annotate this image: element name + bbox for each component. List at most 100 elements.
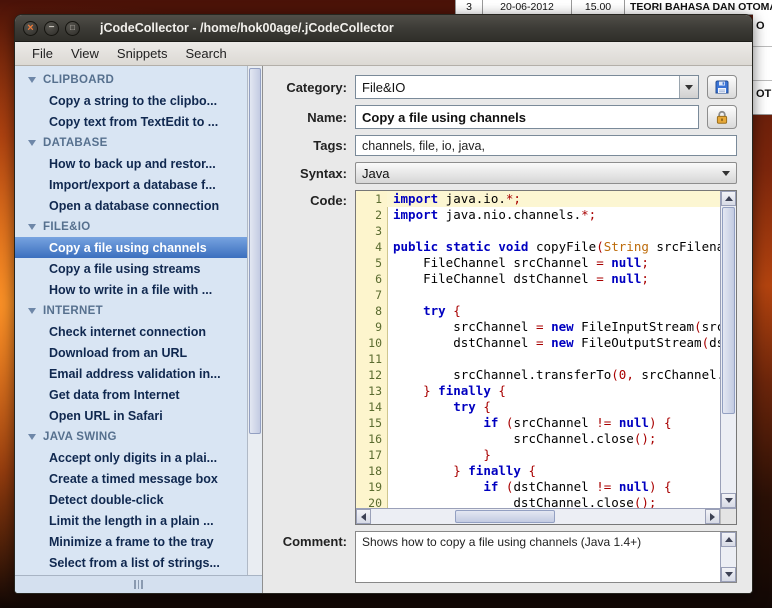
scrollbar-track[interactable]: [721, 547, 736, 567]
code-line[interactable]: 20 dstChannel.close();: [356, 495, 720, 508]
sidebar-section-file-io[interactable]: FILE&IO: [15, 216, 247, 237]
code-lines[interactable]: 1 import java.io.*; 2 import java.nio.chann…: [356, 191, 720, 508]
code-token: null: [618, 415, 649, 430]
syntax-select[interactable]: Java: [355, 162, 737, 184]
code-token: ();: [633, 495, 657, 508]
code-vertical-scrollbar[interactable]: [720, 191, 736, 508]
snippet-item-copy-text-from-textedit-to[interactable]: Copy text from TextEdit to ...: [15, 111, 247, 132]
code-line[interactable]: 1 import java.io.*;: [356, 191, 720, 207]
snippet-item-minimize-a-frame-to-the-tray[interactable]: Minimize a frame to the tray: [15, 531, 247, 552]
code-token: null: [611, 271, 642, 286]
code-line[interactable]: 19 if (dstChannel != null) {: [356, 479, 720, 495]
snippet-item-select-from-a-list-of-strings[interactable]: Select from a list of strings...: [15, 552, 247, 573]
code-token: =: [536, 335, 544, 350]
menu-file[interactable]: File: [23, 46, 62, 61]
lock-button[interactable]: [707, 105, 737, 129]
code-line[interactable]: 17 }: [356, 447, 720, 463]
code-line[interactable]: 18 } finally {: [356, 463, 720, 479]
code-horizontal-scrollbar[interactable]: [356, 508, 736, 524]
snippet-item-copy-a-string-to-the-clipbo[interactable]: Copy a string to the clipbo...: [15, 90, 247, 111]
minimize-button[interactable]: −: [44, 20, 59, 36]
category-dropdown-button[interactable]: [679, 76, 698, 98]
tags-value: channels, file, io, java,: [362, 138, 485, 153]
category-select[interactable]: File&IO: [355, 75, 699, 99]
syntax-dropdown-button[interactable]: [716, 163, 736, 183]
scroll-up-button[interactable]: [721, 532, 736, 547]
sidebar-section-database[interactable]: DATABASE: [15, 132, 247, 153]
name-input[interactable]: Copy a file using channels: [355, 105, 699, 129]
code-line[interactable]: 10 dstChannel = new FileOutputStream(dst…: [356, 335, 720, 351]
snippet-item-open-a-database-connection[interactable]: Open a database connection: [15, 195, 247, 216]
code-line[interactable]: 15 if (srcChannel != null) {: [356, 415, 720, 431]
save-snippet-button[interactable]: [707, 75, 737, 99]
snippet-item-how-to-back-up-and-restor[interactable]: How to back up and restor...: [15, 153, 247, 174]
code-line[interactable]: 4 public static void copyFile(String srcF…: [356, 239, 720, 255]
code-text: try {: [387, 303, 720, 319]
scrollbar-thumb[interactable]: [249, 68, 261, 435]
snippet-item-import-export-a-database-f[interactable]: Import/export a database f...: [15, 174, 247, 195]
scroll-down-button[interactable]: [721, 567, 736, 582]
code-line[interactable]: 6 FileChannel dstChannel = null;: [356, 271, 720, 287]
scrollbar-thumb[interactable]: [722, 207, 735, 414]
background-window-edge[interactable]: O OT: [753, 14, 772, 115]
sidebar-section-java-swing[interactable]: JAVA SWING: [15, 426, 247, 447]
snippet-item-copy-a-file-using-streams[interactable]: Copy a file using streams: [15, 258, 247, 279]
code-token: copyFile: [528, 239, 597, 254]
menu-search[interactable]: Search: [177, 46, 236, 61]
scroll-left-button[interactable]: [356, 509, 371, 524]
snippet-item-get-data-from-internet[interactable]: Get data from Internet: [15, 384, 247, 405]
code-token: {: [483, 399, 491, 414]
snippet-item-detect-double-click[interactable]: Detect double-click: [15, 489, 247, 510]
snippet-item-how-to-write-in-a-file-with[interactable]: How to write in a file with ...: [15, 279, 247, 300]
scroll-up-button[interactable]: [721, 191, 736, 206]
close-button[interactable]: ×: [23, 20, 38, 36]
code-line[interactable]: 7: [356, 287, 720, 303]
code-line[interactable]: 9 srcChannel = new FileInputStream(srcFi…: [356, 319, 720, 335]
tags-input[interactable]: channels, file, io, java,: [355, 135, 737, 156]
code-line[interactable]: 16 srcChannel.close();: [356, 431, 720, 447]
sidebar: CLIPBOARD Copy a string to the clipbo... C…: [15, 66, 263, 593]
scrollbar-track[interactable]: [721, 206, 736, 493]
snippet-item-accept-only-digits-in-a-plai[interactable]: Accept only digits in a plai...: [15, 447, 247, 468]
code-line[interactable]: 13 } finally {: [356, 383, 720, 399]
code-line[interactable]: 5 FileChannel srcChannel = null;: [356, 255, 720, 271]
chevron-down-icon: [685, 84, 693, 90]
sidebar-resize-strip[interactable]: [15, 575, 262, 593]
scrollbar-thumb[interactable]: [454, 510, 555, 523]
line-number: 18: [368, 464, 382, 478]
sidebar-section-clipboard[interactable]: CLIPBOARD: [15, 69, 247, 90]
code-line[interactable]: 11: [356, 351, 720, 367]
code-editor[interactable]: 1 import java.io.*; 2 import java.nio.chann…: [355, 190, 737, 525]
code-line[interactable]: 2 import java.nio.channels.*;: [356, 207, 720, 223]
code-line[interactable]: 3: [356, 223, 720, 239]
snippet-item-copy-a-file-using-channels[interactable]: Copy a file using channels: [15, 237, 247, 258]
code-token: *;: [505, 191, 521, 206]
background-window-table[interactable]: 3 20-06-2012 15.00 TEORI BAHASA DAN OTOM…: [455, 0, 772, 15]
code-token: ;: [641, 255, 649, 270]
code-line[interactable]: 12 srcChannel.transferTo(0, srcChannel.s…: [356, 367, 720, 383]
menu-view[interactable]: View: [62, 46, 108, 61]
comment-scrollbar[interactable]: [720, 532, 736, 582]
snippet-item-check-internet-connection[interactable]: Check internet connection: [15, 321, 247, 342]
comment-input[interactable]: Shows how to copy a file using channels …: [355, 531, 737, 583]
snippet-item-open-url-in-safari[interactable]: Open URL in Safari: [15, 405, 247, 426]
syntax-row: Syntax: Java: [263, 162, 737, 184]
scroll-right-button[interactable]: [705, 509, 720, 524]
sidebar-scrollbar[interactable]: [247, 66, 262, 575]
code-token: null: [618, 479, 649, 494]
scroll-down-button[interactable]: [721, 493, 736, 508]
sidebar-section-internet[interactable]: INTERNET: [15, 300, 247, 321]
snippet-item-limit-the-length-in-a-plain[interactable]: Limit the length in a plain ...: [15, 510, 247, 531]
snippet-item-download-from-an-url[interactable]: Download from an URL: [15, 342, 247, 363]
code-line[interactable]: 8 try {: [356, 303, 720, 319]
snippet-item-create-a-timed-message-box[interactable]: Create a timed message box: [15, 468, 247, 489]
snippet-item-email-address-validation-in[interactable]: Email address validation in...: [15, 363, 247, 384]
maximize-button[interactable]: □: [65, 20, 80, 36]
scrollbar-track[interactable]: [371, 509, 705, 524]
code-line[interactable]: 14 try {: [356, 399, 720, 415]
code-row: Code: 1 import java.io.*; 2 import java.nio…: [263, 190, 737, 525]
menu-snippets[interactable]: Snippets: [108, 46, 177, 61]
title-bar[interactable]: × − □ jCodeCollector - /home/hok00age/.j…: [15, 15, 752, 42]
